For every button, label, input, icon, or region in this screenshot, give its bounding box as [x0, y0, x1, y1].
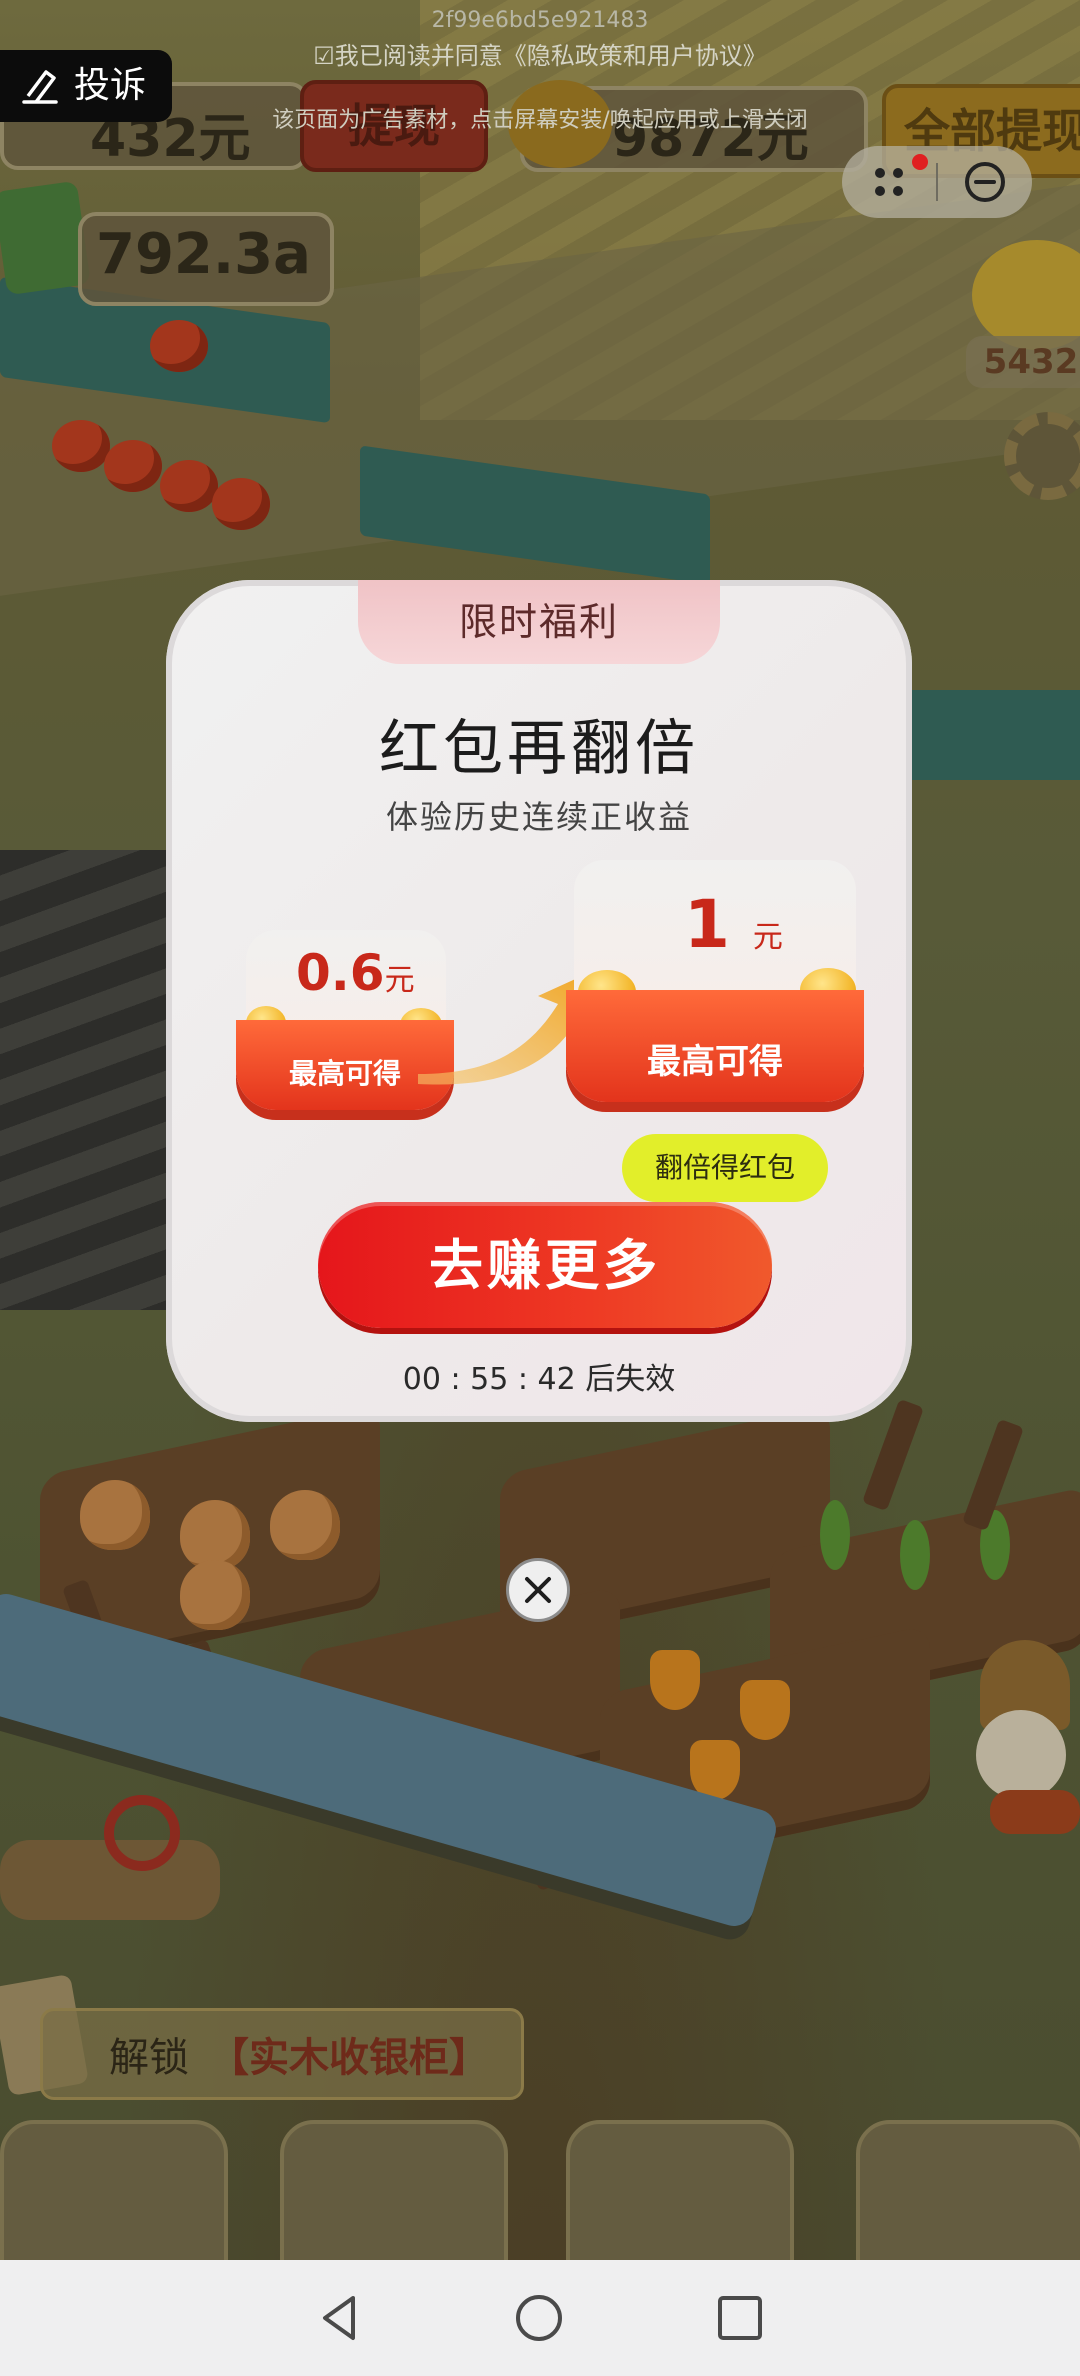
onion [80, 1480, 150, 1550]
dialog-title: 红包再翻倍 [379, 714, 699, 784]
unlock-item: 【实木收银柜】 [209, 2035, 489, 2081]
dialog-tab: 限时福利 [358, 580, 720, 664]
carrot [650, 1650, 700, 1710]
menu-button[interactable] [842, 146, 936, 218]
unlock-prefix: 解锁 [109, 2035, 189, 2081]
carrot [740, 1680, 790, 1740]
cash-value: 792.3a [96, 222, 311, 287]
cash-counter: 792.3a [78, 212, 334, 306]
tomato [212, 478, 270, 530]
tomato-sign [150, 320, 208, 372]
tomato [160, 460, 218, 512]
ad-id: 2f99e6bd5e921483 [431, 8, 649, 33]
home-icon[interactable] [513, 2292, 565, 2344]
onion [270, 1490, 340, 1560]
right-amount: 1 元 [684, 886, 783, 963]
right-envelope-label: 最高可得 [647, 1042, 783, 1082]
complain-icon [22, 70, 58, 104]
back-icon[interactable] [315, 2292, 363, 2344]
fence-post [861, 1398, 925, 1512]
valve-wheel [104, 1795, 180, 1871]
minimize-icon [965, 162, 1005, 202]
smile-count: 5432 [966, 336, 1080, 388]
miniapp-capsule [842, 146, 1032, 218]
notification-dot [912, 154, 928, 170]
tomato [52, 420, 110, 472]
scarecrow [960, 1640, 1080, 1940]
scarecrow-bow [990, 1790, 1080, 1834]
system-navigation-bar [0, 2260, 1080, 2376]
earn-more-button[interactable]: 去赚更多 [318, 1202, 772, 1328]
complain-button[interactable]: 投诉 [0, 50, 172, 122]
house-roof [0, 850, 170, 1310]
countdown-timer: 00 : 55 : 42 后失效 [402, 1362, 676, 1397]
unlock-banner[interactable]: 解锁 【实木收银柜】 [40, 2008, 524, 2100]
left-amount: 0.6元 [296, 944, 415, 1002]
recents-icon[interactable] [715, 2293, 765, 2343]
close-dialog-button[interactable] [506, 1558, 570, 1622]
scarecrow-face [976, 1710, 1066, 1800]
leaf [820, 1500, 850, 1570]
tomato [104, 440, 162, 492]
onion [180, 1560, 250, 1630]
dialog-subtitle: 体验历史连续正收益 [385, 798, 692, 836]
menu-dots-icon [875, 168, 903, 196]
leaf [900, 1520, 930, 1590]
minimize-button[interactable] [938, 146, 1032, 218]
double-reward-bubble: 翻倍得红包 [622, 1134, 828, 1202]
close-icon [525, 1577, 551, 1603]
complain-label: 投诉 [74, 65, 147, 106]
